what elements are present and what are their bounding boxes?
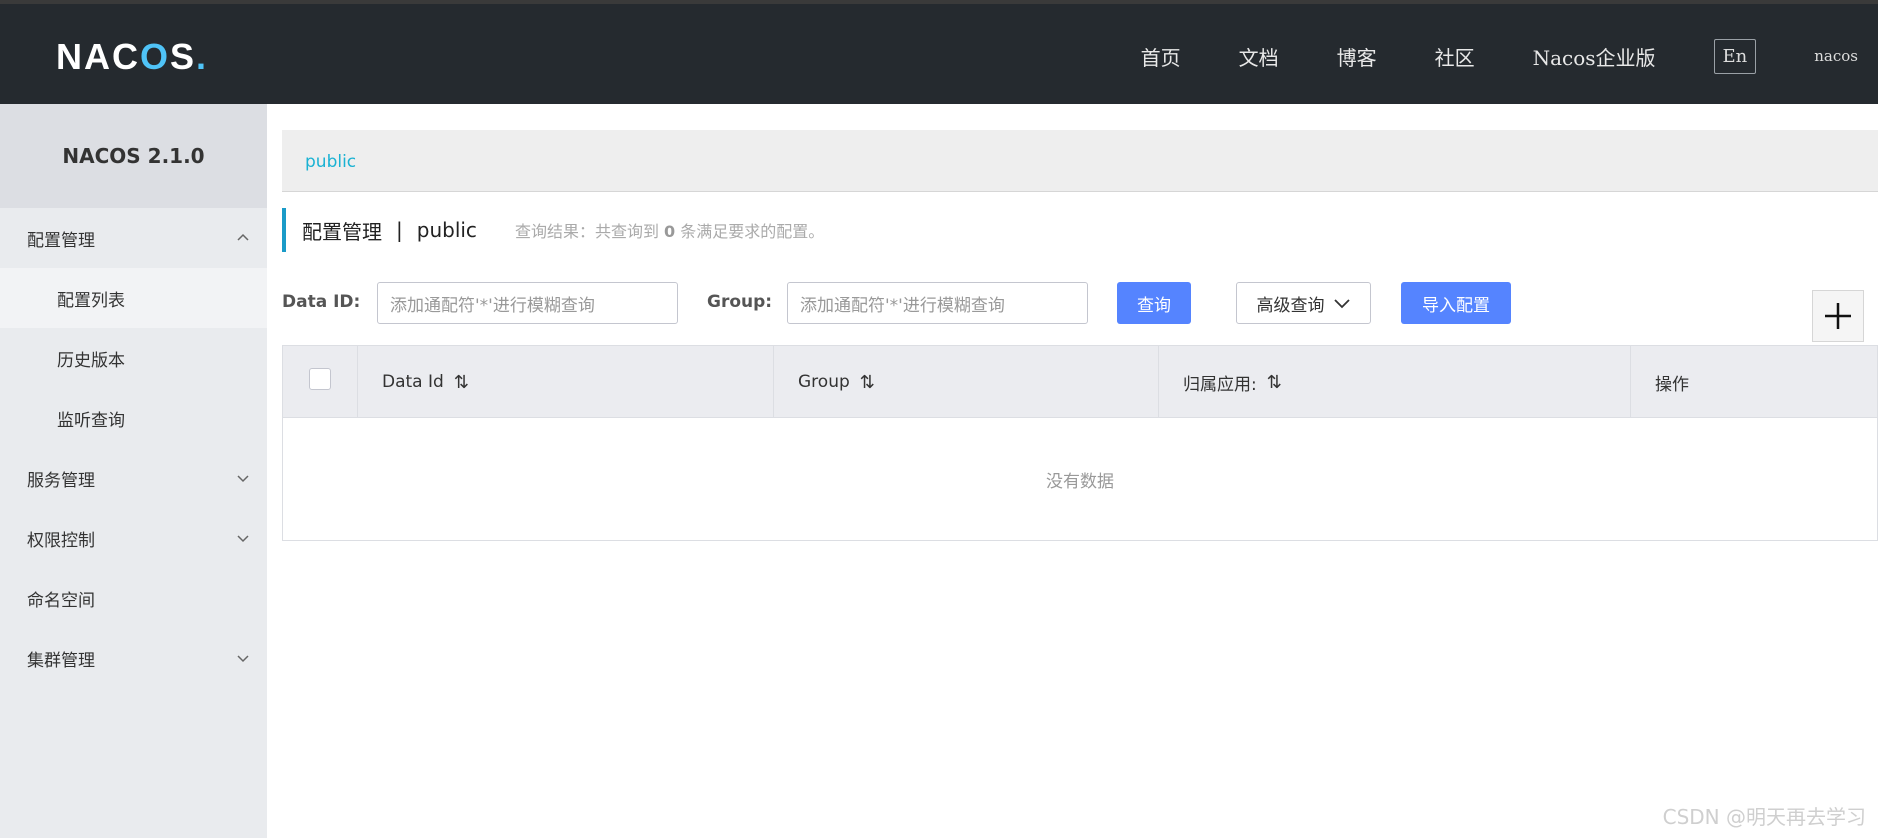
page-header: 配置管理 | public 查询结果：共查询到 0 条满足要求的配置。 [282, 208, 824, 252]
plus-icon [1825, 303, 1851, 329]
sidebar-item-history[interactable]: 历史版本 [0, 328, 267, 388]
sidebar-item-label: 集群管理 [27, 650, 95, 671]
top-nav-links: 首页 文档 博客 社区 Nacos企业版 En nacos [1141, 4, 1878, 108]
column-label: 归属应用: [1183, 374, 1257, 395]
language-toggle-button[interactable]: En [1713, 38, 1757, 74]
logo-letter: . [196, 36, 209, 77]
column-header-group[interactable]: Group ⇅ [774, 346, 1159, 418]
sidebar-item-label: 历史版本 [57, 350, 125, 371]
column-label: Group [798, 372, 850, 392]
sidebar-item-access-control[interactable]: 权限控制 [0, 508, 267, 568]
sidebar-item-config-management[interactable]: 配置管理 [0, 208, 267, 268]
query-button[interactable]: 查询 [1117, 282, 1191, 324]
nav-enterprise[interactable]: Nacos企业版 [1533, 42, 1656, 71]
chevron-down-icon [235, 530, 251, 546]
sidebar-item-cluster-management[interactable]: 集群管理 [0, 628, 267, 688]
sidebar-item-namespace[interactable]: 命名空间 [0, 568, 267, 628]
data-id-label: Data ID: [282, 292, 361, 312]
column-header-data-id[interactable]: Data Id ⇅ [358, 346, 774, 418]
chevron-up-icon [235, 230, 251, 246]
namespace-link-public[interactable]: public [305, 152, 356, 172]
nacos-logo[interactable]: NACOS. [56, 36, 208, 78]
sidebar: NACOS 2.1.0 配置管理 配置列表 历史版本 监听查询 服务管理 权限控… [0, 104, 267, 838]
logo-letter: N [56, 36, 84, 77]
sidebar-item-label: 服务管理 [27, 470, 95, 491]
result-suffix: 条满足要求的配置。 [680, 222, 825, 241]
sidebar-item-label: 监听查询 [57, 410, 125, 431]
column-label: 操作 [1655, 374, 1689, 395]
version-title: NACOS 2.1.0 [0, 104, 267, 208]
config-table: Data Id ⇅ Group ⇅ 归属应用: ⇅ 操作 没有数据 [282, 345, 1878, 541]
namespace-bar: public [282, 130, 1878, 192]
sort-icon[interactable]: ⇅ [1267, 372, 1282, 393]
page-title: 配置管理 [302, 219, 382, 244]
select-all-checkbox[interactable] [309, 368, 331, 390]
advanced-query-label: 高级查询 [1256, 295, 1325, 316]
result-prefix: 查询结果：共查询到 [514, 222, 659, 241]
import-config-button[interactable]: 导入配置 [1401, 282, 1511, 324]
current-namespace: public [416, 218, 477, 242]
sidebar-item-label: 命名空间 [27, 590, 95, 611]
chevron-down-icon [235, 470, 251, 486]
select-all-cell [283, 346, 358, 418]
column-header-app[interactable]: 归属应用: ⇅ [1159, 346, 1631, 418]
sidebar-item-service-management[interactable]: 服务管理 [0, 448, 267, 508]
top-navbar: NACOS. 首页 文档 博客 社区 Nacos企业版 En nacos [0, 0, 1878, 104]
sort-icon[interactable]: ⇅ [454, 372, 469, 393]
watermark-text: CSDN @明天再去学习 [1662, 805, 1866, 829]
logo-letter: O [140, 36, 171, 77]
query-result-summary: 查询结果：共查询到 0 条满足要求的配置。 [515, 218, 824, 242]
chevron-down-icon [1333, 299, 1350, 309]
sidebar-item-config-list[interactable]: 配置列表 [0, 268, 267, 328]
filter-bar: Data ID: 添加通配符'*'进行模糊查询 Group: 添加通配符'*'进… [282, 282, 1878, 324]
group-label: Group: [707, 292, 773, 312]
column-label: Data Id [382, 372, 444, 392]
title-separator: | [396, 218, 403, 242]
sidebar-item-label: 权限控制 [27, 530, 95, 551]
data-id-input[interactable]: 添加通配符'*'进行模糊查询 [377, 282, 678, 324]
result-count: 0 [664, 222, 676, 241]
add-config-button[interactable] [1812, 290, 1864, 342]
nav-docs[interactable]: 文档 [1239, 42, 1279, 71]
sidebar-item-label: 配置列表 [57, 290, 125, 311]
user-name[interactable]: nacos [1814, 47, 1858, 65]
nav-blog[interactable]: 博客 [1337, 42, 1377, 71]
sort-icon[interactable]: ⇅ [860, 372, 875, 393]
chevron-down-icon [235, 650, 251, 666]
sidebar-item-label: 配置管理 [27, 230, 95, 251]
nav-home[interactable]: 首页 [1141, 42, 1181, 71]
table-empty-state: 没有数据 [283, 418, 1877, 540]
group-input[interactable]: 添加通配符'*'进行模糊查询 [787, 282, 1088, 324]
nav-community[interactable]: 社区 [1435, 42, 1475, 71]
sidebar-item-listener-query[interactable]: 监听查询 [0, 388, 267, 448]
logo-letter: S [170, 36, 197, 77]
column-header-actions: 操作 [1631, 346, 1877, 418]
advanced-query-button[interactable]: 高级查询 [1236, 282, 1371, 324]
logo-letter: A [84, 36, 112, 77]
table-header: Data Id ⇅ Group ⇅ 归属应用: ⇅ 操作 [283, 346, 1877, 418]
logo-letter: C [112, 36, 140, 77]
